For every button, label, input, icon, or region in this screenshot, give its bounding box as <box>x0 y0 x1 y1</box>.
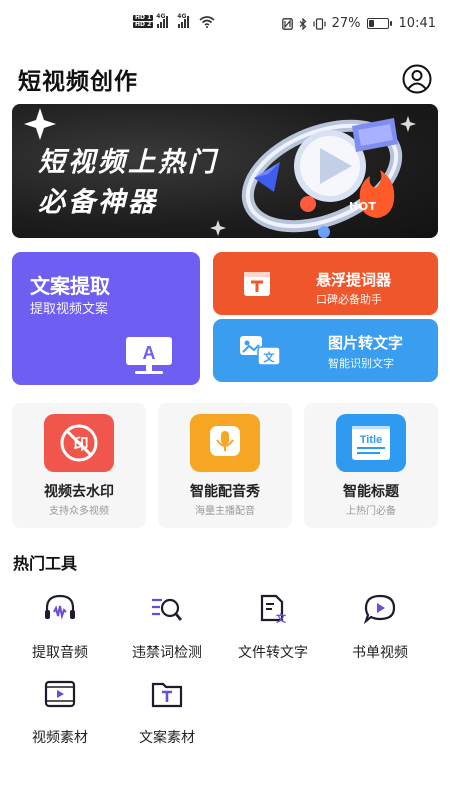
hot-tool-label: 违禁词检测 <box>132 645 202 661</box>
image-to-text-card[interactable]: 文 图片转文字 智能识别文字 <box>213 319 438 382</box>
hot-tool-booklist-video[interactable]: 书单视频 <box>325 594 435 674</box>
teleprompter-subtitle: 口碑必备助手 <box>316 293 382 306</box>
hd2-label: HD 2 <box>133 21 154 28</box>
monitor-a-icon: A <box>126 337 172 374</box>
net1-label: 4G <box>156 12 166 20</box>
banner-line-1: 短视频上热门 <box>38 147 218 178</box>
copy-extract-subtitle: 提取视频文案 <box>30 302 109 317</box>
svg-text:印: 印 <box>73 435 88 453</box>
promo-banner[interactable]: 短视频上热门 必备神器 HOT <box>12 104 438 238</box>
svg-text:Title: Title <box>360 434 382 446</box>
page-title: 短视频创作 <box>18 69 138 95</box>
tile-sub-ai-dubbing: 海量主播配音 <box>195 506 255 517</box>
tile-sub-remove-watermark: 支持众多视频 <box>49 506 109 517</box>
image-to-text-title: 图片转文字 <box>328 334 404 352</box>
svg-text:文: 文 <box>276 612 287 624</box>
video-film-icon <box>44 680 76 708</box>
hd-badge: HD 1 HD 2 <box>133 15 154 28</box>
vibrate-icon <box>313 17 326 30</box>
microphone-icon <box>210 426 240 456</box>
hot-tool-video-assets[interactable]: 视频素材 <box>5 679 115 759</box>
tile-label-smart-title: 智能标题 <box>343 484 399 500</box>
tile-icon-bg <box>190 414 260 472</box>
svg-text:A: A <box>143 343 156 363</box>
hot-tool-label: 文件转文字 <box>238 645 308 661</box>
svg-text:文: 文 <box>264 350 276 364</box>
clock: 10:41 <box>398 16 436 31</box>
hot-tools-title: 热门工具 <box>13 554 78 573</box>
remove-watermark-icon: 印 <box>60 424 98 462</box>
copy-extract-card[interactable]: 文案提取 提取视频文案 A <box>12 252 200 385</box>
wifi-icon <box>199 15 215 28</box>
file-convert-icon: 文 <box>260 594 287 624</box>
hot-tool-label: 书单视频 <box>352 645 408 661</box>
nfc-icon <box>281 17 293 30</box>
copy-extract-title: 文案提取 <box>30 274 110 298</box>
hot-tool-extract-audio[interactable]: 提取音频 <box>5 594 115 674</box>
network-indicators: HD 1 HD 2 4G 4G <box>133 12 215 28</box>
hot-tool-banned-words[interactable]: 违禁词检测 <box>112 594 222 674</box>
battery-fill <box>368 20 374 27</box>
status-right: 27% 10:41 <box>281 16 436 31</box>
hot-tool-text-assets[interactable]: 文案素材 <box>112 679 222 759</box>
title-card-icon: Title <box>352 426 390 460</box>
status-bar: HD 1 HD 2 4G 4G 27% 10:41 <box>0 0 450 44</box>
hot-tool-file-to-text[interactable]: 文 文件转文字 <box>218 594 328 674</box>
tile-icon-bg: 印 <box>44 414 114 472</box>
hot-tool-label: 文案素材 <box>139 730 195 746</box>
teleprompter-card[interactable]: 悬浮提词器 口碑必备助手 <box>213 252 438 315</box>
teleprompter-title: 悬浮提词器 <box>316 271 392 289</box>
tile-label-ai-dubbing: 智能配音秀 <box>190 484 260 500</box>
hot-tool-label: 提取音频 <box>32 645 88 661</box>
floating-window-icon <box>244 272 270 296</box>
bluetooth-icon <box>299 17 306 30</box>
tile-icon-bg: Title <box>336 414 406 472</box>
net2-label: 4G <box>177 12 187 20</box>
hot-tool-label: 视频素材 <box>32 730 88 746</box>
tile-sub-smart-title: 上热门必备 <box>346 506 396 517</box>
battery-percent: 27% <box>331 16 361 31</box>
signal-2-icon: 4G <box>177 12 190 28</box>
banner-line-2: 必备神器 <box>38 187 158 218</box>
audio-wave-icon <box>45 594 75 620</box>
play-bubble-icon <box>363 594 396 624</box>
tile-label-remove-watermark: 视频去水印 <box>44 484 114 500</box>
battery-icon <box>366 18 392 29</box>
text-folder-icon <box>151 682 183 708</box>
signal-1-icon: 4G <box>156 12 169 28</box>
image-text-icon: 文 <box>240 336 281 366</box>
word-search-icon <box>152 598 182 621</box>
user-circle-icon[interactable] <box>402 64 432 94</box>
image-to-text-subtitle: 智能识别文字 <box>328 357 394 370</box>
hot-badge: HOT <box>349 200 377 213</box>
